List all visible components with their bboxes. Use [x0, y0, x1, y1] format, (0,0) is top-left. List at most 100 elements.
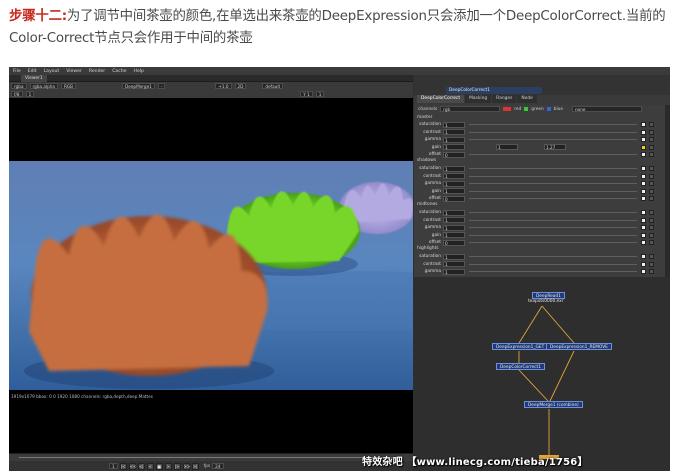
- highlights-saturation-animation-icon[interactable]: [649, 254, 654, 259]
- green-checkbox[interactable]: [524, 107, 529, 111]
- section-highlights[interactable]: highlights: [417, 246, 439, 251]
- lut-dropdown[interactable]: default: [262, 83, 284, 89]
- first-frame-button[interactable]: |<: [119, 462, 127, 470]
- tab-node[interactable]: Node: [517, 95, 537, 103]
- shadows-gain-animation-icon[interactable]: [649, 188, 654, 194]
- last-frame-button[interactable]: >|: [191, 462, 199, 470]
- master-contrast-animation-icon[interactable]: [649, 129, 654, 135]
- midtones-gamma-slider[interactable]: [469, 227, 637, 228]
- timeline-bar[interactable]: [9, 453, 413, 461]
- master-contrast-color-swatch[interactable]: [641, 129, 646, 135]
- shadows-contrast-animation-icon[interactable]: [649, 173, 654, 179]
- shadows-offset-slider[interactable]: [469, 198, 637, 199]
- shadows-gain-value[interactable]: 1: [443, 188, 465, 194]
- midtones-gamma-color-swatch[interactable]: [641, 225, 646, 230]
- node-deepexpression-remove[interactable]: DeepExpression1_REMOVE: [546, 343, 612, 350]
- channel-dropdown[interactable]: rgba.alpha: [29, 83, 59, 89]
- master-offset-slider[interactable]: [469, 154, 637, 155]
- menu-render[interactable]: Render: [89, 69, 105, 74]
- shadows-contrast-slider[interactable]: [469, 175, 637, 177]
- stop-button[interactable]: ■: [155, 462, 163, 470]
- master-gain-value-3[interactable]: 1.27: [544, 144, 566, 150]
- midtones-gain-animation-icon[interactable]: [649, 232, 654, 238]
- highlights-contrast-value[interactable]: 1: [443, 261, 465, 267]
- menu-layout[interactable]: Layout: [44, 69, 60, 74]
- master-contrast-value[interactable]: 1: [443, 129, 465, 135]
- node-deepcolorcorrect1[interactable]: DeepColorCorrect1: [496, 363, 545, 370]
- shadows-saturation-slider[interactable]: [469, 168, 637, 169]
- highlights-saturation-color-swatch[interactable]: [641, 254, 646, 259]
- blue-checkbox[interactable]: [546, 107, 551, 111]
- tab-masking[interactable]: Masking: [465, 95, 492, 103]
- midtones-saturation-animation-icon[interactable]: [649, 210, 654, 215]
- midtones-contrast-slider[interactable]: [469, 219, 637, 221]
- gamma-field[interactable]: Y 1: [300, 91, 313, 97]
- midtones-gain-value[interactable]: 1: [443, 232, 465, 238]
- highlights-gamma-animation-icon[interactable]: [649, 269, 654, 274]
- midtones-gain-slider[interactable]: [469, 234, 637, 236]
- channels-dropdown[interactable]: rgb: [440, 106, 501, 112]
- highlights-gamma-value[interactable]: 1: [443, 268, 465, 275]
- menu-viewer[interactable]: Viewer: [66, 69, 82, 74]
- shadows-gamma-color-swatch[interactable]: [641, 181, 646, 186]
- shadows-offset-color-swatch[interactable]: [641, 196, 646, 201]
- fps-field[interactable]: 24: [212, 463, 224, 469]
- section-master[interactable]: master: [417, 115, 432, 120]
- menu-file[interactable]: File: [13, 69, 21, 74]
- menu-edit[interactable]: Edit: [28, 69, 37, 74]
- menu-cache[interactable]: Cache: [112, 69, 126, 74]
- gamma-value[interactable]: 1: [315, 91, 325, 97]
- step-forward-button[interactable]: |>: [173, 462, 181, 470]
- shadows-contrast-value[interactable]: 1: [443, 173, 465, 179]
- node-name-field[interactable]: DeepColorCorrect1: [446, 87, 542, 94]
- menu-help[interactable]: Help: [134, 69, 144, 74]
- highlights-contrast-animation-icon[interactable]: [649, 261, 654, 267]
- tab-ranges[interactable]: Ranges: [492, 95, 517, 103]
- midtones-contrast-color-swatch[interactable]: [641, 217, 646, 223]
- zoom-dropdown[interactable]: +1.0: [215, 83, 232, 89]
- master-gain-animation-icon[interactable]: [649, 144, 654, 150]
- node-deepread1[interactable]: DeepRead1: [532, 292, 565, 299]
- master-saturation-slider[interactable]: [469, 124, 637, 125]
- node-graph[interactable]: DeepRead1 teapots0000.exr DeepExpression…: [414, 277, 670, 471]
- tab-deepcolorcorrect[interactable]: DeepColorCorrect: [417, 95, 465, 103]
- master-saturation-color-swatch[interactable]: [641, 122, 646, 127]
- midtones-contrast-value[interactable]: 1: [443, 217, 465, 223]
- master-gamma-slider[interactable]: [469, 139, 637, 140]
- next-keyframe-button[interactable]: >>: [182, 462, 190, 470]
- midtones-gain-color-swatch[interactable]: [641, 232, 646, 238]
- midtones-offset-value[interactable]: 0: [443, 239, 465, 246]
- midtones-saturation-slider[interactable]: [469, 212, 637, 213]
- midtones-offset-color-swatch[interactable]: [641, 240, 646, 245]
- highlights-saturation-slider[interactable]: [469, 256, 637, 257]
- gain-field[interactable]: 1: [25, 91, 35, 97]
- viewer-canvas[interactable]: 1919x1079 bbox: 0 0 1920 1080 channels: …: [9, 98, 413, 453]
- highlights-gamma-color-swatch[interactable]: [641, 269, 646, 274]
- knob-scrollbar[interactable]: [665, 105, 670, 277]
- section-midtones[interactable]: midtones: [417, 202, 437, 207]
- compare-dropdown[interactable]: -: [157, 83, 166, 89]
- master-offset-value[interactable]: 0: [443, 151, 465, 158]
- channel-set-dropdown[interactable]: rgba: [11, 83, 27, 89]
- play-forward-button[interactable]: >: [164, 462, 172, 470]
- midtones-contrast-animation-icon[interactable]: [649, 217, 654, 223]
- highlights-contrast-slider[interactable]: [469, 263, 637, 265]
- display-channels-dropdown[interactable]: RGB: [61, 83, 77, 89]
- master-contrast-slider[interactable]: [469, 131, 637, 133]
- master-gamma-value[interactable]: 1: [443, 136, 465, 143]
- prev-keyframe-button[interactable]: <<: [128, 462, 136, 470]
- master-offset-animation-icon[interactable]: [649, 152, 654, 157]
- fstop-field[interactable]: f/8: [11, 91, 23, 97]
- highlights-contrast-color-swatch[interactable]: [641, 261, 646, 267]
- current-frame-field[interactable]: 1: [109, 463, 118, 469]
- midtones-saturation-color-swatch[interactable]: [641, 210, 646, 215]
- view-mode-dropdown[interactable]: 2D: [234, 83, 247, 89]
- shadows-gamma-animation-icon[interactable]: [649, 181, 654, 186]
- master-gain-value-2[interactable]: 1: [496, 144, 518, 150]
- shadows-saturation-color-swatch[interactable]: [641, 166, 646, 171]
- shadows-contrast-color-swatch[interactable]: [641, 173, 646, 179]
- shadows-offset-animation-icon[interactable]: [649, 196, 654, 201]
- red-checkbox[interactable]: [503, 107, 512, 111]
- master-gamma-color-swatch[interactable]: [641, 137, 646, 142]
- shadows-gain-slider[interactable]: [469, 190, 637, 192]
